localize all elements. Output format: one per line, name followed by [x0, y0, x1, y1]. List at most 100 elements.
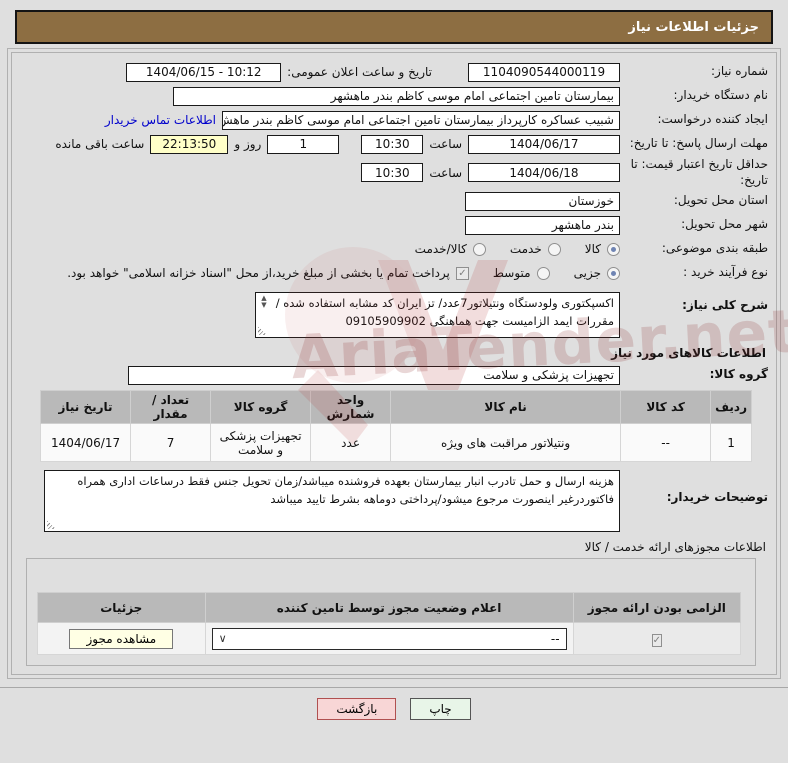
- back-button[interactable]: بازگشت: [317, 698, 397, 721]
- remaining-days-label: روز و: [234, 137, 262, 151]
- requester-label: ایجاد کننده درخواست:: [657, 112, 768, 127]
- scroll-down-icon[interactable]: ▼: [261, 301, 266, 309]
- process-medium-label: متوسط: [492, 266, 531, 281]
- buyer-notes-label: توضیحات خریدار:: [666, 490, 768, 505]
- reply-deadline-label: مهلت ارسال پاسخ: تا تاریخ:: [629, 136, 768, 151]
- category-radio-service: [547, 242, 561, 256]
- chevron-down-icon: ∨: [218, 632, 227, 646]
- need-number-field: 1104090544000119: [468, 62, 620, 82]
- need-description-textarea: اکسپکتوری ولودستگاه ونتیلاتور7عدد/ تز ای…: [255, 292, 620, 339]
- license-panel: الزامی بودن ارائه مجوز اعلام وضعیت مجوز …: [26, 558, 756, 667]
- goods-table-header-row: ردیف کد کالا نام کالا واحد شمارش گروه کا…: [39, 390, 752, 425]
- category-goods-label: کالا: [584, 242, 601, 257]
- col-need-date: تاریخ نیاز: [39, 390, 132, 425]
- province-label: استان محل تحویل:: [673, 193, 768, 208]
- need-details-page: { "title_bar": { "title": "جزئیات اطلاعا…: [0, 10, 788, 763]
- print-button[interactable]: چاپ: [410, 698, 471, 721]
- license-table-header-row: الزامی بودن ارائه مجوز اعلام وضعیت مجوز …: [37, 592, 742, 624]
- province-row: استان محل تحویل: خوزستان: [18, 190, 768, 212]
- goods-table: ردیف کد کالا نام کالا واحد شمارش گروه کا…: [39, 390, 752, 463]
- cell-group: تجهیزات پزشکی و سلامت: [210, 423, 312, 463]
- license-status-select[interactable]: -- ∨: [211, 627, 567, 650]
- textarea-scrollbar[interactable]: ▲ ▼: [258, 295, 270, 309]
- license-section-title: اطلاعات مجوزهای ارائه خدمت / کالا: [584, 540, 766, 555]
- buyer-notes-text: هزینه ارسال و حمل تادرب انبار بیمارستان …: [77, 474, 614, 506]
- license-status-value: --: [550, 631, 560, 646]
- treasury-checkbox: ✓: [455, 266, 469, 280]
- col-item-name: نام کالا: [390, 390, 622, 425]
- cell-need-date: 1404/06/17: [39, 423, 132, 463]
- remaining-time-field: 22:13:50: [150, 134, 229, 154]
- cell-item-name: ونتیلاتور مراقبت های ویژه: [390, 423, 622, 463]
- cell-row-index: 1: [710, 423, 752, 463]
- buyer-notes-textarea: هزینه ارسال و حمل تادرب انبار بیمارستان …: [44, 470, 620, 533]
- announce-datetime-field: 1404/06/15 - 10:12: [126, 62, 282, 82]
- remaining-time-label: ساعت باقی مانده: [55, 137, 145, 151]
- goods-group-field: تجهیزات پزشکی و سلامت: [128, 365, 620, 385]
- buyer-contact-link[interactable]: اطلاعات تماس خریدار: [105, 113, 216, 127]
- resize-handle-icon[interactable]: [47, 520, 56, 529]
- cell-quantity: 7: [130, 423, 212, 463]
- purchase-process-row: نوع فرآیند خرید : جزیی متوسط ✓ پرداخت تم…: [18, 262, 768, 284]
- need-number-label: شماره نیاز:: [711, 64, 768, 79]
- need-description-row: شرح کلی نیاز: اکسپکتوری ولودستگاه ونتیلا…: [18, 292, 768, 339]
- category-service-label: خدمت: [509, 242, 542, 257]
- treasury-note: پرداخت تمام یا بخشی از مبلغ خرید،از محل …: [67, 266, 450, 281]
- cell-license-status: -- ∨: [204, 622, 574, 656]
- need-description-label: شرح کلی نیاز:: [682, 298, 768, 313]
- col-item-code: کد کالا: [620, 390, 712, 425]
- col-license-status: اعلام وضعیت مجوز توسط تامین کننده: [204, 592, 574, 624]
- announce-label: تاریخ و ساعت اعلان عمومی:: [287, 65, 432, 79]
- buyer-org-row: نام دستگاه خریدار: بیمارستان تامین اجتما…: [18, 85, 768, 107]
- col-unit: واحد شمارش: [310, 390, 392, 425]
- cell-unit: عدد: [310, 423, 392, 463]
- cell-item-code: --: [620, 423, 712, 463]
- purchase-process-label: نوع فرآیند خرید :: [683, 265, 768, 280]
- goods-section-title: اطلاعات کالاهای مورد نیاز: [611, 346, 766, 361]
- price-validity-hour-label: ساعت: [429, 165, 462, 180]
- goods-table-row: 1 -- ونتیلاتور مراقبت های ویژه عدد تجهیز…: [39, 423, 752, 463]
- license-table-row: ✓ -- ∨ مشاهده مجوز: [37, 622, 742, 656]
- resize-handle-icon[interactable]: [258, 326, 267, 335]
- col-quantity: تعداد / مقدار: [130, 390, 212, 425]
- subject-class-label: طبقه بندی موضوعی:: [661, 241, 768, 256]
- need-number-row: شماره نیاز: 1104090544000119 تاریخ و ساع…: [18, 61, 768, 83]
- requester-field: شبیب عساکره کارپرداز بیمارستان تامین اجت…: [222, 110, 620, 130]
- cell-license-details: مشاهده مجوز: [37, 622, 206, 656]
- need-description-text: اکسپکتوری ولودستگاه ونتیلاتور7عدد/ تز ای…: [275, 296, 614, 328]
- license-table: الزامی بودن ارائه مجوز اعلام وضعیت مجوز …: [37, 592, 742, 656]
- process-radio-minor: [607, 266, 620, 280]
- city-row: شهر محل تحویل: بندر ماهشهر: [18, 214, 768, 236]
- deadline-date-field: 1404/06/17: [468, 134, 620, 154]
- price-validity-row: حداقل تاریخ اعتبار قیمت: تا تاریخ: 1404/…: [18, 157, 768, 188]
- reply-deadline-row: مهلت ارسال پاسخ: تا تاریخ: 1404/06/17 سا…: [18, 133, 768, 155]
- category-both-label: کالا/خدمت: [414, 242, 467, 257]
- province-field: خوزستان: [465, 191, 620, 211]
- license-required-checkbox: ✓: [651, 633, 662, 647]
- col-row-index: ردیف: [710, 390, 752, 425]
- cell-license-required: ✓: [572, 622, 742, 656]
- category-radio-goods: [607, 242, 620, 256]
- process-radio-medium: [536, 266, 550, 280]
- page-title: جزئیات اطلاعات نیاز: [15, 10, 773, 44]
- goods-group-row: گروه کالا: تجهیزات پزشکی و سلامت: [18, 364, 768, 386]
- buyer-org-label: نام دستگاه خریدار:: [673, 88, 769, 103]
- buyer-notes-row: توضیحات خریدار: هزینه ارسال و حمل تادرب …: [18, 470, 768, 533]
- col-license-details: جزئیات: [37, 592, 206, 624]
- city-label: شهر محل تحویل:: [681, 217, 768, 232]
- deadline-hour-label: ساعت: [429, 137, 462, 151]
- view-license-button[interactable]: مشاهده مجوز: [69, 628, 174, 649]
- city-field: بندر ماهشهر: [465, 215, 620, 235]
- price-validity-label: حداقل تاریخ اعتبار قیمت: تا تاریخ:: [630, 157, 768, 187]
- requester-row: ایجاد کننده درخواست: شبیب عساکره کارپردا…: [18, 109, 768, 131]
- deadline-time-field: 10:30: [361, 134, 424, 154]
- col-license-required: الزامی بودن ارائه مجوز: [572, 592, 742, 624]
- process-minor-label: جزیی: [573, 266, 601, 281]
- subject-class-row: طبقه بندی موضوعی: کالا خدمت کالا/خدمت: [18, 238, 768, 260]
- form-panel: شماره نیاز: 1104090544000119 تاریخ و ساع…: [11, 52, 777, 676]
- remaining-days-field: 1: [267, 134, 340, 154]
- buyer-org-field: بیمارستان تامین اجتماعی امام موسی کاظم ب…: [173, 86, 620, 106]
- goods-group-label: گروه کالا:: [709, 367, 768, 382]
- footer-actions: بازگشت چاپ: [0, 687, 788, 721]
- page-title-text: جزئیات اطلاعات نیاز: [628, 19, 759, 35]
